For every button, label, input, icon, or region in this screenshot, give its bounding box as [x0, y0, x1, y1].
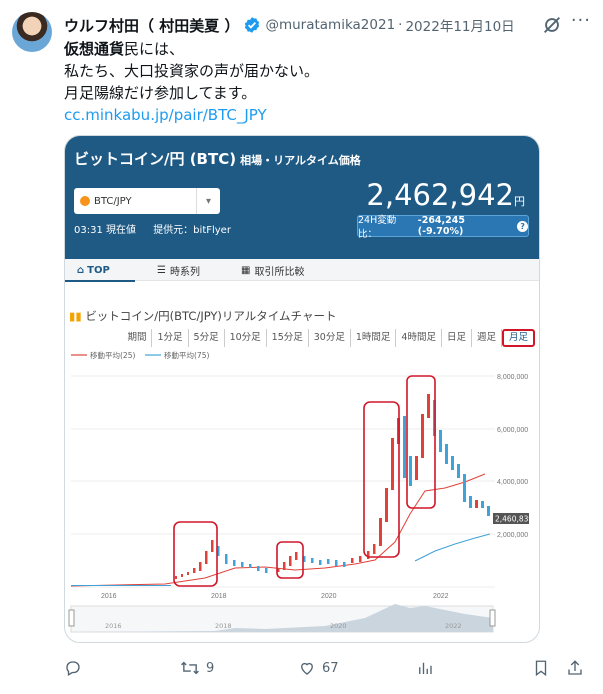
list-icon: ☰	[157, 264, 166, 276]
y-tick-4m: 4,000,000	[497, 479, 528, 486]
period-10m[interactable]: 10分足	[225, 329, 267, 347]
period-30m[interactable]: 30分足	[309, 329, 351, 347]
retweet-button[interactable]: 9	[180, 658, 214, 678]
last-price-tag: 2,460,839	[495, 515, 533, 524]
media-image[interactable]: ビットコイン/円 (BTC) 相場・リアルタイム価格 BTC/JPY ▾ 03:3…	[64, 135, 540, 643]
like-button[interactable]: 67	[298, 658, 339, 678]
tab-top[interactable]: ⌂ TOP	[65, 259, 135, 282]
widget-subtitle: 相場・リアルタイム価格	[240, 154, 361, 167]
change-label: 24H変動比：	[358, 215, 397, 240]
price-unit: 円	[514, 195, 525, 208]
tweet-date[interactable]: 2022年11月10日	[405, 15, 514, 35]
reply-icon	[66, 661, 80, 676]
tab-exchange-compare[interactable]: ▦ 取引所比較	[241, 259, 304, 281]
x-tick-2022: 2022	[433, 593, 449, 600]
chart-icon: ▮▮	[69, 309, 86, 323]
navigator-right-handle[interactable]	[489, 609, 496, 627]
y-tick-6m: 6,000,000	[497, 427, 528, 434]
verified-badge-icon	[245, 17, 260, 33]
help-icon: ?	[517, 220, 528, 232]
period-month[interactable]: 月足	[501, 329, 535, 347]
candles	[71, 394, 490, 586]
period-selector: 期間 1分足 5分足 10分足 15分足 30分足 1時間足 4時間足 日足 週…	[122, 329, 535, 347]
chart-title: ▮▮ ビットコイン/円(BTC/JPY)リアルタイムチャート	[69, 309, 337, 323]
current-price: 2,462,942円	[366, 178, 525, 212]
tab-timeseries[interactable]: ☰ 時系列	[157, 259, 200, 281]
tweet-header: ウルフ村田（ 村田美夏 ） @muratamika2021 · 2022年11月…	[64, 14, 589, 36]
period-5m[interactable]: 5分足	[189, 329, 225, 347]
share-icon	[568, 660, 582, 675]
x-tick-2020: 2020	[321, 593, 337, 600]
ma75-line	[414, 533, 491, 562]
y-tick-2m: 2,000,000	[497, 532, 528, 539]
retweet-icon	[181, 661, 199, 675]
widget-meta: 03:31 現在値 提供元：bitFlyer	[74, 221, 245, 236]
pair-value: BTC/JPY	[94, 195, 132, 207]
navigator-left-handle[interactable]	[68, 609, 75, 627]
author-handle[interactable]: @muratamika2021	[265, 17, 395, 33]
x-tick-2016: 2016	[101, 593, 117, 600]
more-options-icon[interactable]: ···	[571, 10, 591, 31]
period-label: 期間	[122, 329, 153, 347]
avatar[interactable]	[12, 12, 52, 52]
period-1h[interactable]: 1時間足	[351, 329, 397, 347]
period-1m[interactable]: 1分足	[152, 329, 189, 347]
author-name[interactable]: ウルフ村田（ 村田美夏 ）	[64, 15, 239, 36]
bookmark-button[interactable]	[533, 658, 555, 678]
price-chart: 移動平均(25) 移動平均(75) 8,000,000 6,000,000 4,…	[68, 350, 533, 633]
period-week[interactable]: 週足	[472, 329, 502, 347]
widget-tabs: ⌂ TOP ☰ 時系列 ▦ 取引所比較	[65, 259, 539, 282]
bookmark-icon	[535, 660, 547, 677]
update-time: 03:31 現在値	[74, 225, 136, 236]
legend-ma25: 移動平均(25)	[90, 350, 135, 360]
tweet-link[interactable]: cc.minkabu.jp/pair/BTC_JPY	[64, 104, 584, 126]
tweet-text: 仮想通貨民には、 私たち、大口投資家の声が届かない。 月足陽線だけ参加してます。…	[64, 38, 584, 126]
period-day[interactable]: 日足	[442, 329, 472, 347]
share-button[interactable]	[566, 658, 590, 678]
nav-tick-2022: 2022	[445, 622, 462, 630]
data-provider: 提供元：bitFlyer	[153, 225, 231, 236]
change-value: -264,245 (-9.70%)	[417, 215, 465, 237]
table-icon: ▦	[241, 264, 251, 276]
analytics-icon	[419, 662, 432, 674]
legend-ma75: 移動平均(75)	[164, 350, 209, 360]
analytics-button[interactable]	[416, 658, 440, 678]
heart-icon	[301, 662, 313, 675]
nav-tick-2016: 2016	[105, 622, 122, 630]
tweet-text-line1: 民には、	[124, 40, 185, 58]
y-tick-8m: 8,000,000	[497, 374, 528, 381]
chevron-down-icon: ▾	[196, 188, 220, 214]
tweet-text-line3: 月足陽線だけ参加してます。	[64, 84, 257, 102]
retweet-count: 9	[206, 660, 215, 676]
change-box: 24H変動比： -264,245 (-9.70%) ?	[357, 215, 529, 240]
period-15m[interactable]: 15分足	[267, 329, 309, 347]
widget-header: ビットコイン/円 (BTC) 相場・リアルタイム価格 BTC/JPY ▾ 03:3…	[65, 136, 539, 259]
reply-button[interactable]	[64, 658, 88, 678]
widget-title: ビットコイン/円 (BTC) 相場・リアルタイム価格	[74, 150, 361, 168]
like-count: 67	[322, 660, 339, 676]
separator: ·	[398, 17, 403, 33]
period-4h[interactable]: 4時間足	[396, 329, 442, 347]
nav-tick-2020: 2020	[330, 622, 347, 630]
tweet-text-bold: 仮想通貨	[64, 40, 125, 58]
bitcoin-icon	[80, 196, 90, 206]
x-tick-2018: 2018	[211, 593, 227, 600]
pair-select[interactable]: BTC/JPY ▾	[74, 188, 220, 214]
grok-icon[interactable]	[541, 14, 563, 36]
nav-tick-2018: 2018	[215, 622, 232, 630]
home-icon: ⌂	[77, 264, 85, 276]
tweet-text-line2: 私たち、大口投資家の声が届かない。	[64, 62, 320, 80]
